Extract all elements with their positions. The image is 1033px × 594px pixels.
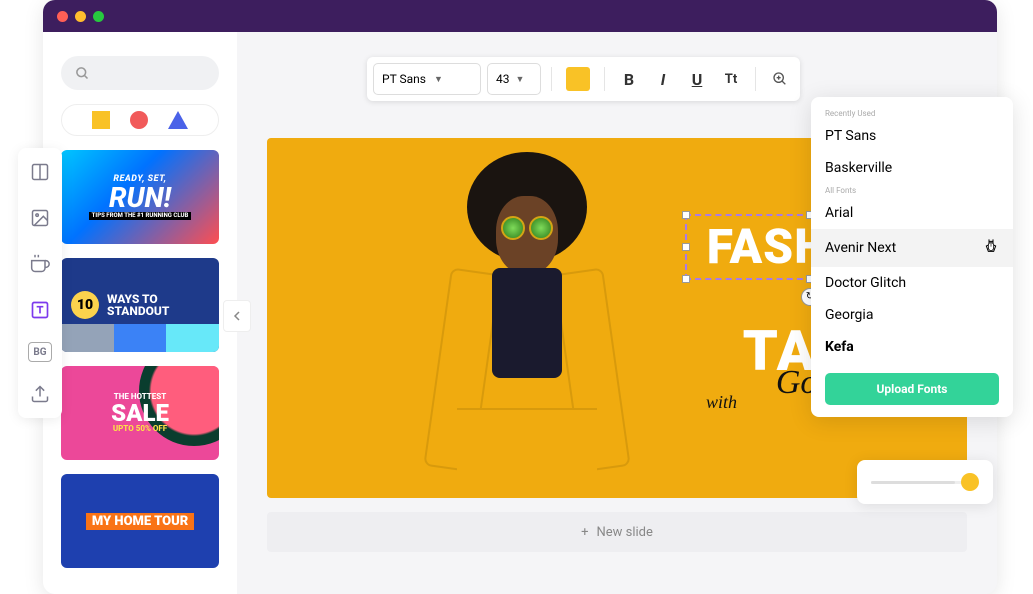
text-case-button[interactable]: Tt [717, 65, 745, 93]
background-tool-icon[interactable]: BG [28, 342, 52, 362]
font-dropdown-panel: Recently Used PT Sans Baskerville All Fo… [811, 97, 1013, 417]
text-tool-icon[interactable] [26, 296, 54, 324]
template-thumbnails: READY, SET, RUN! TIPS FROM THE #1 RUNNIN… [61, 150, 219, 568]
add-slide-button[interactable]: + New slide [267, 512, 967, 552]
model-photo [387, 138, 667, 498]
divider [551, 67, 552, 91]
canvas-text[interactable]: with [706, 392, 737, 413]
font-option[interactable]: Kefa [811, 331, 1013, 363]
close-window-icon[interactable] [57, 11, 68, 22]
template-thumb[interactable]: MY HOME TOUR [61, 474, 219, 568]
collapse-sidebar-button[interactable] [223, 300, 251, 332]
thumb-text: SALE [111, 401, 169, 425]
slider-knob[interactable] [961, 473, 979, 491]
upload-tool-icon[interactable] [26, 380, 54, 408]
italic-button[interactable]: I [649, 65, 677, 93]
plus-icon: + [581, 525, 588, 540]
left-sidebar: READY, SET, RUN! TIPS FROM THE #1 RUNNIN… [43, 32, 237, 594]
template-thumb[interactable]: READY, SET, RUN! TIPS FROM THE #1 RUNNIN… [61, 150, 219, 244]
text-case-icon: Tt [725, 72, 737, 87]
chevron-down-icon: ▼ [516, 74, 525, 85]
image-tool-icon[interactable] [26, 204, 54, 232]
cursor-icon [983, 237, 999, 259]
font-name: Doctor Glitch [825, 275, 906, 291]
font-option[interactable]: Avenir Next [811, 229, 1013, 267]
layout-tool-icon[interactable] [26, 158, 54, 186]
circle-shape-icon[interactable] [130, 111, 148, 129]
thumb-text: RUN! [109, 184, 171, 212]
bg-label: BG [33, 347, 46, 358]
resize-handle[interactable] [682, 211, 690, 219]
search-icon [75, 66, 90, 81]
tool-rail: BG [18, 148, 62, 418]
bold-button[interactable]: B [615, 65, 643, 93]
thumb-text: UPTO 50% OFF [113, 425, 167, 433]
underline-button[interactable]: U [683, 65, 711, 93]
text-color-swatch[interactable] [566, 67, 590, 91]
bold-icon: B [624, 70, 634, 89]
font-option[interactable]: PT Sans [811, 120, 1013, 152]
upload-fonts-button[interactable]: Upload Fonts [825, 373, 999, 405]
search-input[interactable] [61, 56, 219, 90]
font-option[interactable]: Doctor Glitch [811, 267, 1013, 299]
add-slide-label: New slide [596, 525, 652, 540]
font-name: Arial [825, 205, 853, 221]
shape-picker [61, 104, 219, 136]
maximize-window-icon[interactable] [93, 11, 104, 22]
triangle-shape-icon[interactable] [168, 111, 188, 129]
coffee-tool-icon[interactable] [26, 250, 54, 278]
thumb-text: TIPS FROM THE #1 RUNNING CLUB [89, 212, 192, 220]
chevron-left-icon [233, 311, 241, 321]
resize-handle[interactable] [682, 275, 690, 283]
divider [755, 67, 756, 91]
magnifier-plus-icon [772, 71, 788, 87]
divider [604, 67, 605, 91]
font-section-label: Recently Used [811, 107, 1013, 120]
thumb-text: STANDOUT [107, 305, 169, 317]
thumb-text: MY HOME TOUR [86, 513, 194, 530]
font-name: Baskerville [825, 160, 892, 176]
font-size-value: 43 [496, 72, 510, 86]
thumb-badge: 10 [71, 291, 99, 319]
font-family-select[interactable]: PT Sans ▼ [373, 63, 481, 95]
text-toolbar: PT Sans ▼ 43 ▼ B I U Tt [367, 57, 800, 101]
square-shape-icon[interactable] [92, 111, 110, 129]
template-thumb[interactable]: THE HOTTEST SALE UPTO 50% OFF [61, 366, 219, 460]
slider-fill [871, 481, 955, 484]
font-option[interactable]: Baskerville [811, 152, 1013, 184]
chevron-down-icon: ▼ [434, 74, 443, 85]
italic-icon: I [661, 70, 666, 89]
font-family-value: PT Sans [382, 72, 426, 86]
zoom-slider[interactable] [857, 460, 993, 504]
window-titlebar [43, 0, 997, 32]
zoom-button[interactable] [766, 65, 794, 93]
underline-icon: U [692, 70, 703, 89]
font-option[interactable]: Georgia [811, 299, 1013, 331]
font-name: Avenir Next [825, 240, 896, 256]
font-name: PT Sans [825, 128, 876, 144]
font-option[interactable]: Arial [811, 197, 1013, 229]
template-thumb[interactable]: 10 WAYS TO STANDOUT [61, 258, 219, 352]
minimize-window-icon[interactable] [75, 11, 86, 22]
font-name: Kefa [825, 339, 854, 355]
font-name: Georgia [825, 307, 873, 323]
font-size-select[interactable]: 43 ▼ [487, 63, 541, 95]
resize-handle[interactable] [682, 243, 690, 251]
font-section-label: All Fonts [811, 184, 1013, 197]
